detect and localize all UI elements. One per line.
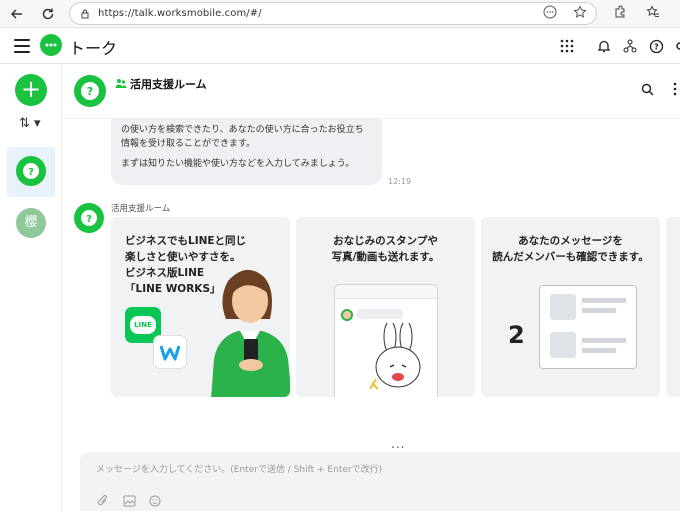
kebab-menu-icon[interactable] <box>667 81 680 97</box>
bubble-line: まずは知りたい機能や使い方などを入力してみましょう。 <box>121 159 355 169</box>
app-header: トーク ? <box>0 28 680 64</box>
menu-icon[interactable] <box>14 39 30 53</box>
svg-text:?: ? <box>87 85 93 98</box>
rabbit-sticker-icon <box>369 323 421 390</box>
card-text: おなじみのスタンプや 写真/動画も送れます。 <box>331 235 440 263</box>
card-text: あなたのメッセージを 読んだメンバーも確認できます。 <box>492 235 649 263</box>
carousel-card[interactable]: おなじみのスタンプや 写真/動画も送れます。 <box>296 217 475 397</box>
extensions-icon[interactable] <box>612 4 628 20</box>
url-text: https://talk.worksmobile.com/#/ <box>98 8 262 19</box>
search-icon[interactable] <box>639 81 655 97</box>
sender-name: 活用支援ルーム <box>111 204 171 214</box>
room-avatar-user[interactable]: 櫻 <box>16 208 46 238</box>
sort-button[interactable]: ⇅ ▾ <box>19 116 41 131</box>
carousel-card[interactable]: ビジネスでもLINEと同じ 楽しさと使いやすさを。 ビジネス版LINE 「LIN… <box>111 217 290 397</box>
browser-toolbar: https://talk.worksmobile.com/#/ <box>0 0 680 28</box>
reload-icon[interactable] <box>38 4 58 24</box>
members-panel <box>539 285 637 369</box>
settings-icon[interactable] <box>671 37 680 55</box>
image-icon[interactable] <box>122 494 136 508</box>
message-input[interactable]: メッセージを入力してください。(Enterで送信 / Shift + Enter… <box>80 452 680 511</box>
message-list[interactable]: の使い方を検索できたり、あなたの使い方に合ったお役立ち 情報を受け取ることができ… <box>62 119 680 451</box>
page-info-icon[interactable] <box>80 4 90 23</box>
chat-avatar[interactable]: ? <box>74 75 106 107</box>
back-arrow-icon[interactable] <box>7 4 27 24</box>
chat-title[interactable]: 活用支援ルーム <box>115 76 207 92</box>
person-illustration <box>211 269 290 397</box>
svg-text:?: ? <box>654 42 659 51</box>
talk-logo-icon <box>40 34 62 56</box>
chat-title-text: 活用支援ルーム <box>130 78 207 91</box>
favorites-icon[interactable] <box>645 4 661 20</box>
page-title: トーク <box>69 39 118 58</box>
carousel-card[interactable] <box>666 217 680 397</box>
emoji-icon[interactable] <box>148 494 162 508</box>
message-time: 12:19 <box>388 177 412 186</box>
group-icon <box>115 77 127 89</box>
svg-text:?: ? <box>28 167 34 178</box>
bubble-line: の使い方を検索できたり、あなたの使い方に合ったお役立ち <box>121 125 364 135</box>
bubble-line: 情報を受け取ることができます。 <box>121 139 256 149</box>
more-indicator[interactable]: ... <box>391 437 405 451</box>
org-chart-icon[interactable] <box>621 37 639 55</box>
address-bar[interactable]: https://talk.worksmobile.com/#/ <box>69 2 597 25</box>
apps-grid-icon[interactable] <box>558 37 576 55</box>
channel-rail: + ⇅ ▾ ? 櫻 <box>0 64 62 511</box>
svg-text:?: ? <box>86 214 92 225</box>
line-works-logo-icon <box>153 335 187 369</box>
room-avatar-support[interactable]: ? <box>16 156 46 186</box>
more-circle-icon[interactable] <box>542 4 558 20</box>
message-input-placeholder: メッセージを入力してください。(Enterで送信 / Shift + Enter… <box>96 465 383 475</box>
bell-icon[interactable] <box>595 37 613 55</box>
attachment-icon[interactable] <box>96 494 110 508</box>
read-count: 2 <box>508 321 525 349</box>
new-chat-button[interactable]: + <box>15 74 47 106</box>
sender-avatar[interactable]: ? <box>74 203 104 233</box>
carousel-card[interactable]: あなたのメッセージを 読んだメンバーも確認できます。 2 <box>481 217 660 397</box>
star-icon[interactable] <box>572 4 588 20</box>
help-icon[interactable]: ? <box>647 37 665 55</box>
chat-header: ? 活用支援ルーム <box>62 64 680 119</box>
message-bubble[interactable]: の使い方を検索できたり、あなたの使い方に合ったお役立ち 情報を受け取ることができ… <box>111 119 382 185</box>
